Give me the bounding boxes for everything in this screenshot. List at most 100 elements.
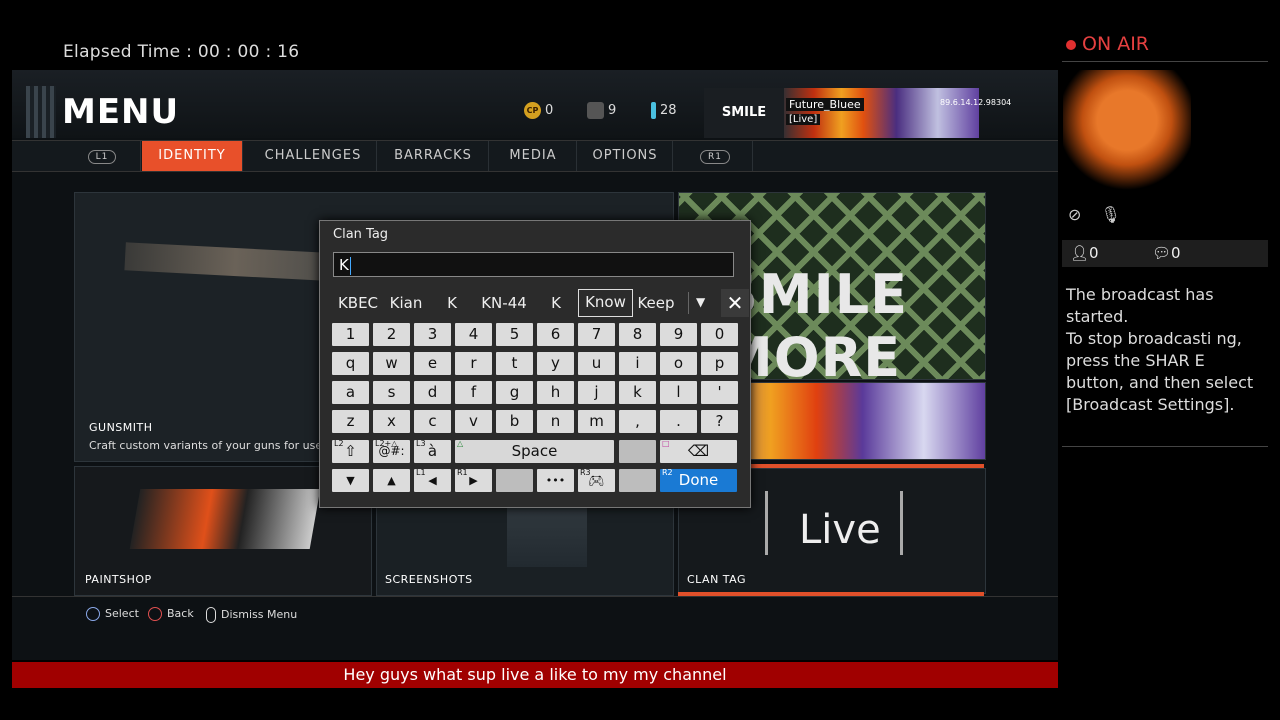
key-0-3[interactable]: 4 xyxy=(455,323,492,346)
key-0-9[interactable]: 0 xyxy=(701,323,738,346)
tab-challenges[interactable]: CHALLENGES xyxy=(250,141,377,171)
key-2-7[interactable]: k xyxy=(619,381,656,404)
key-2-8[interactable]: l xyxy=(660,381,697,404)
cursor-right-key[interactable]: R1 ▶ xyxy=(455,468,492,492)
key-1-5[interactable]: y xyxy=(537,352,574,375)
menu-title: MENU xyxy=(62,92,180,132)
blank-key-1[interactable] xyxy=(619,440,656,463)
circle-button-icon xyxy=(148,607,162,621)
key-2-4[interactable]: g xyxy=(496,381,533,404)
tab-identity[interactable]: IDENTITY xyxy=(142,141,243,171)
key-3-3[interactable]: v xyxy=(455,410,492,433)
player-banner: SMILE MORE Future_Bluee [Live] 89.6.14.1… xyxy=(704,88,1011,170)
tab-options[interactable]: OPTIONS xyxy=(578,141,673,171)
close-icon[interactable]: ✕ xyxy=(721,289,749,317)
on-air-indicator: ON AIR xyxy=(1066,33,1149,55)
key-3-9[interactable]: ? xyxy=(701,410,738,433)
hint-back: Back xyxy=(148,607,194,621)
key-3-0[interactable]: z xyxy=(332,410,369,433)
cursor-left-key[interactable]: L1 ◀ xyxy=(414,468,451,492)
shift-key[interactable]: L2 ⇧ xyxy=(332,439,369,463)
key-2-5[interactable]: h xyxy=(537,381,574,404)
left-mod-label: L1 xyxy=(416,468,426,477)
suggestion-kian[interactable]: Kian xyxy=(386,289,426,317)
tab-barracks[interactable]: BARRACKS xyxy=(378,141,489,171)
cp-value: 0 xyxy=(545,103,554,118)
supply-value: 9 xyxy=(608,103,617,118)
key-2-0[interactable]: a xyxy=(332,381,369,404)
vial-icon xyxy=(651,102,656,119)
suggestion-divider xyxy=(688,292,689,314)
key-0-4[interactable]: 5 xyxy=(496,323,533,346)
key-0-1[interactable]: 2 xyxy=(373,323,410,346)
microphone-icon[interactable]: 🎙︎ xyxy=(1101,205,1121,224)
key-3-8[interactable]: . xyxy=(660,410,697,433)
side-divider-top xyxy=(1062,61,1268,62)
key-0-0[interactable]: 1 xyxy=(332,323,369,346)
key-3-2[interactable]: c xyxy=(414,410,451,433)
suggestion-k[interactable]: K xyxy=(440,289,464,317)
key-0-2[interactable]: 3 xyxy=(414,323,451,346)
suggestion-kbec[interactable]: KBEC xyxy=(336,289,380,317)
key-2-2[interactable]: d xyxy=(414,381,451,404)
controller-key[interactable]: R3 🎮︎ xyxy=(578,468,615,492)
comment-ticker: Hey guys what sup live a like to my my c… xyxy=(12,662,1058,688)
screenshots-label: SCREENSHOTS xyxy=(385,573,473,586)
paintshop-label: PAINTSHOP xyxy=(85,573,152,586)
paintshop-gun-image xyxy=(129,489,321,549)
done-button[interactable]: R2 Done xyxy=(660,468,737,492)
suggestion-keep[interactable]: Keep xyxy=(634,289,678,317)
key-1-3[interactable]: r xyxy=(455,352,492,375)
tab-r1-bumper[interactable]: R1 xyxy=(678,141,753,171)
elapsed-time: Elapsed Time : 00 : 00 : 16 xyxy=(63,42,299,62)
triangle-button-icon: △ xyxy=(457,439,464,448)
backspace-icon: ⌫ xyxy=(687,442,710,460)
key-2-1[interactable]: s xyxy=(373,381,410,404)
key-1-9[interactable]: p xyxy=(701,352,738,375)
streamer-avatar xyxy=(1063,70,1191,196)
more-options-key[interactable]: ••• xyxy=(537,469,574,492)
symbols-key[interactable]: L2+△ @#: xyxy=(373,439,410,463)
key-0-6[interactable]: 7 xyxy=(578,323,615,346)
blank-key-3[interactable] xyxy=(619,469,656,492)
key-2-9[interactable]: ' xyxy=(701,381,738,404)
key-1-0[interactable]: q xyxy=(332,352,369,375)
key-0-8[interactable]: 9 xyxy=(660,323,697,346)
suggestion-kn44[interactable]: KN-44 xyxy=(476,289,532,317)
key-0-5[interactable]: 6 xyxy=(537,323,574,346)
key-3-7[interactable]: , xyxy=(619,410,656,433)
key-1-7[interactable]: i xyxy=(619,352,656,375)
symbols-mod-label: L2+△ xyxy=(375,439,398,448)
key-3-6[interactable]: m xyxy=(578,410,615,433)
key-1-8[interactable]: o xyxy=(660,352,697,375)
key-3-5[interactable]: n xyxy=(537,410,574,433)
tab-l1-bumper[interactable]: L1 xyxy=(64,141,141,171)
shift-up-arrow-icon: ⇧ xyxy=(344,442,357,460)
tab-bar: L1 IDENTITY CHALLENGES BARRACKS MEDIA OP… xyxy=(12,140,1058,172)
key-1-2[interactable]: e xyxy=(414,352,451,375)
suggestion-know[interactable]: Know xyxy=(578,289,633,317)
banner-logo: SMILE MORE xyxy=(704,88,784,170)
key-1-1[interactable]: w xyxy=(373,352,410,375)
space-key[interactable]: △ Space xyxy=(455,439,614,463)
key-0-7[interactable]: 8 xyxy=(619,323,656,346)
comments-value: 0 xyxy=(1171,244,1181,262)
key-3-1[interactable]: x xyxy=(373,410,410,433)
more-suggestions-chevron-down-icon[interactable]: ▼ xyxy=(696,295,705,309)
down-arrow-key[interactable]: ▼ xyxy=(332,469,369,492)
tab-media[interactable]: MEDIA xyxy=(490,141,577,171)
key-3-4[interactable]: b xyxy=(496,410,533,433)
key-2-3[interactable]: f xyxy=(455,381,492,404)
key-1-4[interactable]: t xyxy=(496,352,533,375)
key-2-6[interactable]: j xyxy=(578,381,615,404)
clan-tag-input[interactable]: K xyxy=(333,252,734,277)
camera-off-icon[interactable]: ⊘ xyxy=(1068,205,1081,224)
accent-key[interactable]: L3 à xyxy=(414,439,451,463)
viewers-value: 0 xyxy=(1089,244,1099,262)
person-icon: 👤︎ xyxy=(1070,244,1090,262)
blank-key-2[interactable] xyxy=(496,469,533,492)
up-arrow-key[interactable]: ▲ xyxy=(373,469,410,492)
key-1-6[interactable]: u xyxy=(578,352,615,375)
backspace-key[interactable]: □ ⌫ xyxy=(660,439,737,463)
suggestion-k-2[interactable]: K xyxy=(544,289,568,317)
